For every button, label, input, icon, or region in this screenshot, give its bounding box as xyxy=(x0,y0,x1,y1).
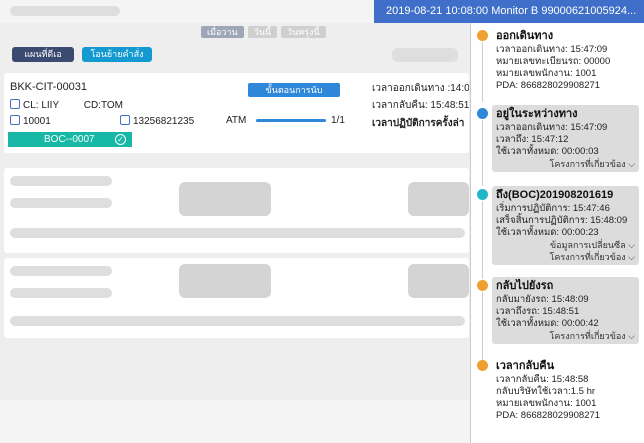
boc-badge[interactable]: BOC--0007 ✓ xyxy=(8,132,132,147)
timeline-row: เวลาออกเดินทาง: 15:47:09 xyxy=(496,122,608,133)
loading-card xyxy=(4,168,469,253)
skeleton-line xyxy=(10,176,112,186)
car-icon xyxy=(10,115,20,125)
top-bar: 2019-08-21 10:08:00 Monitor B 9900062100… xyxy=(0,0,644,23)
skeleton-line xyxy=(10,316,465,326)
play-icon xyxy=(477,360,488,371)
play-icon xyxy=(477,280,488,291)
timeline-item-arrival: ถึง(BOC)201908201619 เริ่มการปฏิบัติการ:… xyxy=(477,186,641,279)
transfer-order-button[interactable]: โอนย้ายคำสั่ง xyxy=(82,47,152,62)
footer-area xyxy=(0,400,470,443)
loading-card xyxy=(4,258,469,338)
person-icon xyxy=(10,99,20,109)
placeholder-search xyxy=(392,48,458,62)
boc-label: BOC--0007 xyxy=(44,134,95,145)
timeline-row: กลับบริษัทใช้เวลา:1.5 hr xyxy=(496,386,596,397)
timeline-connector xyxy=(482,201,483,279)
cl-row: CL: LIIY CD:TOM xyxy=(10,99,123,111)
stage-button[interactable]: ขั้นตอนการนับ xyxy=(248,83,340,97)
atm-progress-text: 1/1 xyxy=(331,115,345,126)
timeline-row: เสร็จสิ้นการปฏิบัติการ: 15:48:09 xyxy=(496,215,628,226)
timeline-box: อยู่ในระหว่างทาง เวลาออกเดินทาง: 15:47:0… xyxy=(492,105,639,172)
return-time: เวลากลับคืน: 15:48:51 xyxy=(372,100,469,111)
timeline-title: เวลากลับคืน xyxy=(496,360,555,372)
timeline-row: หมายเลขพนักงาน: 1001 xyxy=(496,398,597,409)
tab-today[interactable]: วันนี้ xyxy=(247,26,278,38)
timeline-row: หมายเลขทะเบียนรถ: 00000 xyxy=(496,56,611,67)
timeline-row: เวลากลับคืน: 15:48:58 xyxy=(496,374,589,385)
play-icon xyxy=(477,108,488,119)
timeline-title: กลับไปยังรถ xyxy=(496,280,554,292)
skeleton-block xyxy=(179,182,271,216)
phone-value: 13256821235 xyxy=(133,116,195,127)
vehicle-value: 10001 xyxy=(23,116,51,127)
seal-change-link[interactable]: ข้อมูลการเปลี่ยนซีล ⌵ xyxy=(496,239,635,251)
timeline-row: PDA: 866828029908271 xyxy=(496,410,601,421)
skeleton-line xyxy=(10,288,112,298)
timeline-box: ถึง(BOC)201908201619 เริ่มการปฏิบัติการ:… xyxy=(492,186,639,265)
timeline-row: เวลาออกเดินทาง: 15:47:09 xyxy=(496,44,608,55)
timeline-row: เวลาถึงรถ: 15:48:51 xyxy=(496,306,580,317)
placeholder-bar xyxy=(10,6,120,16)
timeline-box: เวลากลับคืน เวลากลับคืน: 15:48:58 กลับบร… xyxy=(492,357,639,424)
timeline-box: กลับไปยังรถ กลับมายังรถ: 15:48:09 เวลาถึ… xyxy=(492,277,639,344)
related-projects-link[interactable]: โครงการที่เกี่ยวข้อง ⌵ xyxy=(496,330,635,342)
timeline-box: ออกเดินทาง เวลาออกเดินทาง: 15:47:09 หมาย… xyxy=(492,27,639,94)
skeleton-line xyxy=(10,266,112,276)
timeline-connector xyxy=(482,42,483,102)
timeline-title: อยู่ในระหว่างทาง xyxy=(496,108,578,120)
atm-label: ATM xyxy=(226,115,247,126)
skeleton-block xyxy=(408,182,469,216)
tab-tomorrow[interactable]: วันพรุ่งนี้ xyxy=(281,26,326,38)
task-id: BKK-CIT-00031 xyxy=(10,81,88,93)
cd-value: CD:TOM xyxy=(83,100,123,111)
timeline-row: ใช้เวลาทั้งหมด: 00:00:42 xyxy=(496,318,599,329)
task-card[interactable]: BKK-CIT-00031 ขั้นตอนการนับ CL: LIIY CD:… xyxy=(4,73,469,153)
related-projects-link[interactable]: โครงการที่เกี่ยวข้อง ⌵ xyxy=(496,158,635,170)
departure-time: เวลาออกเดินทาง :14:0 xyxy=(372,83,469,94)
timeline-connector xyxy=(482,292,483,362)
cl-value: CL: LIIY xyxy=(23,100,59,111)
vehicle-row: 10001 xyxy=(10,115,51,127)
timeline-item-departure: ออกเดินทาง เวลาออกเดินทาง: 15:47:09 หมาย… xyxy=(477,27,641,102)
timeline-row: ใช้เวลาทั้งหมด: 00:00:03 xyxy=(496,146,599,157)
skeleton-line xyxy=(10,228,465,238)
skeleton-line xyxy=(10,198,112,208)
timeline-connector xyxy=(482,120,483,186)
tab-yesterday[interactable]: เมื่อวาน xyxy=(201,26,244,38)
date-tabs: เมื่อวาน วันนี้ วันพรุ่งนี้ xyxy=(201,26,326,38)
skeleton-block xyxy=(408,264,469,298)
timeline-row: เริ่มการปฏิบัติการ: 15:47:46 xyxy=(496,203,610,214)
timeline-row: เวลาถึง: 15:47:12 xyxy=(496,134,569,145)
timeline-row: กลับมายังรถ: 15:48:09 xyxy=(496,294,589,305)
timeline-item-in-transit: อยู่ในระหว่างทาง เวลาออกเดินทาง: 15:47:0… xyxy=(477,105,641,186)
skeleton-block xyxy=(179,264,271,298)
timeline-item-back-to-vehicle: กลับไปยังรถ กลับมายังรถ: 15:48:09 เวลาถึ… xyxy=(477,277,641,362)
atm-progress-bar xyxy=(256,119,326,122)
timeline-row: ใช้เวลาทั้งหมด: 00:00:23 xyxy=(496,227,599,238)
check-icon: ✓ xyxy=(115,134,126,145)
play-icon xyxy=(477,30,488,41)
timeline-row: หมายเลขพนักงาน: 1001 xyxy=(496,68,597,79)
print-map-button[interactable]: แผนที่ดีเอ xyxy=(12,47,74,62)
phone-icon xyxy=(120,115,130,125)
play-icon xyxy=(477,189,488,200)
related-projects-link[interactable]: โครงการที่เกี่ยวข้อง ⌵ xyxy=(496,251,635,263)
timeline-panel[interactable]: ออกเดินทาง เวลาออกเดินทาง: 15:47:09 หมาย… xyxy=(470,23,644,443)
timeline-title: ถึง(BOC)201908201619 xyxy=(496,189,614,201)
timeline-row: PDA: 866828029908271 xyxy=(496,80,601,91)
timeline-title: ออกเดินทาง xyxy=(496,30,554,42)
timeline-item-return: เวลากลับคืน เวลากลับคืน: 15:48:58 กลับบร… xyxy=(477,357,641,437)
phone-row: 13256821235 xyxy=(120,115,194,127)
monitor-status: 2019-08-21 10:08:00 Monitor B 9900062100… xyxy=(374,0,644,23)
first-op-time: เวลาปฏิบัติการครั้งล่า xyxy=(372,118,465,129)
